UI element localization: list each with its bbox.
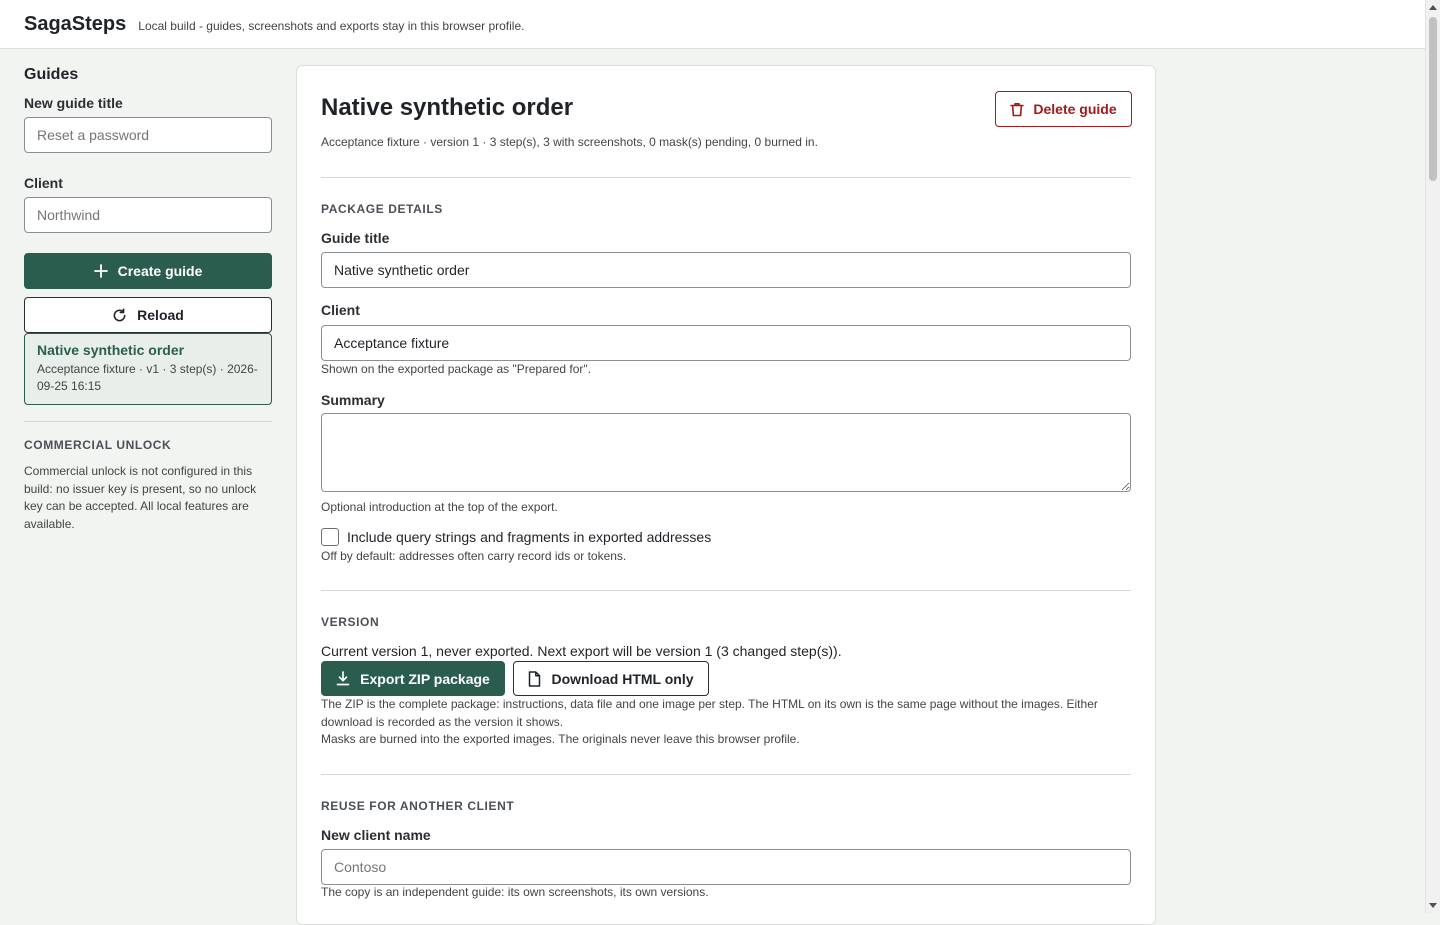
- scroll-up-arrow-icon[interactable]: [1429, 5, 1437, 10]
- query-strings-option[interactable]: Include query strings and fragments in e…: [321, 528, 711, 546]
- app-brand: SagaSteps: [24, 12, 127, 35]
- guide-title-heading: Native synthetic order: [321, 94, 574, 121]
- file-icon: [528, 670, 541, 687]
- summary-label: Summary: [321, 392, 385, 408]
- commercial-unlock-heading: COMMERCIAL UNLOCK: [24, 438, 172, 452]
- summary-textarea[interactable]: [321, 413, 1131, 492]
- reload-button[interactable]: Reload: [24, 297, 272, 333]
- download-html-button[interactable]: Download HTML only: [513, 661, 709, 696]
- new-client-name-input[interactable]: [321, 849, 1131, 885]
- download-icon: [336, 671, 350, 686]
- client-label: Client: [321, 302, 360, 318]
- guide-status-summary: Acceptance fixture · version 1 · 3 step(…: [321, 135, 818, 149]
- reload-label: Reload: [137, 307, 184, 323]
- query-strings-checkbox-label[interactable]: Include query strings and fragments in e…: [347, 529, 711, 545]
- sidebar-divider: [24, 421, 272, 422]
- reuse-heading: REUSE FOR ANOTHER CLIENT: [321, 799, 515, 813]
- section-divider: [321, 774, 1131, 775]
- new-guide-client-input[interactable]: [24, 197, 272, 233]
- delete-guide-label: Delete guide: [1033, 101, 1117, 117]
- new-client-name-label: New client name: [321, 827, 431, 843]
- plus-icon: [93, 264, 108, 278]
- new-guide-client-label: Client: [24, 175, 63, 191]
- guide-list-item-meta: Acceptance fixture · v1 · 3 step(s) · 20…: [37, 362, 258, 393]
- create-guide-label: Create guide: [117, 263, 203, 279]
- guide-list-item-title: Native synthetic order: [37, 342, 185, 358]
- trash-icon: [1010, 102, 1025, 117]
- query-strings-help-text: Off by default: addresses often carry re…: [321, 549, 627, 563]
- export-zip-button[interactable]: Export ZIP package: [321, 661, 505, 696]
- export-zip-label: Export ZIP package: [360, 670, 490, 687]
- section-divider: [321, 590, 1131, 591]
- download-html-label: Download HTML only: [551, 670, 694, 687]
- guide-editor-panel: Native synthetic order Delete guide Acce…: [296, 65, 1156, 925]
- create-guide-button[interactable]: Create guide: [24, 253, 272, 289]
- guide-title-input[interactable]: [321, 252, 1131, 288]
- reuse-help-text: The copy is an independent guide: its ow…: [321, 885, 709, 899]
- version-heading: VERSION: [321, 615, 380, 629]
- package-details-heading: PACKAGE DETAILS: [321, 202, 443, 216]
- delete-guide-button[interactable]: Delete guide: [995, 91, 1132, 127]
- commercial-unlock-text: Commercial unlock is not configured in t…: [24, 464, 257, 531]
- query-strings-checkbox[interactable]: [321, 528, 339, 546]
- guide-list-item[interactable]: Native synthetic order Acceptance fixtur…: [24, 333, 272, 405]
- masks-help-text: Masks are burned into the exported image…: [321, 732, 800, 746]
- new-guide-title-input[interactable]: [24, 117, 272, 153]
- client-input[interactable]: [321, 325, 1131, 361]
- scroll-down-arrow-icon[interactable]: [1429, 903, 1437, 908]
- summary-help-text: Optional introduction at the top of the …: [321, 500, 558, 514]
- guide-title-label: Guide title: [321, 230, 390, 246]
- app-tagline: Local build - guides, screenshots and ex…: [138, 19, 525, 33]
- scrollbar-thumb[interactable]: [1429, 17, 1437, 181]
- reload-icon: [112, 307, 127, 323]
- section-divider: [321, 177, 1131, 178]
- sidebar-heading: Guides: [24, 66, 79, 83]
- page-scrollbar[interactable]: [1425, 0, 1440, 913]
- export-help-text: The ZIP is the complete package: instruc…: [321, 697, 1098, 729]
- client-help-text: Shown on the exported package as "Prepar…: [321, 362, 592, 376]
- top-bar: SagaSteps Local build - guides, screensh…: [0, 0, 1425, 49]
- version-status-text: Current version 1, never exported. Next …: [321, 643, 842, 659]
- new-guide-title-label: New guide title: [24, 95, 123, 111]
